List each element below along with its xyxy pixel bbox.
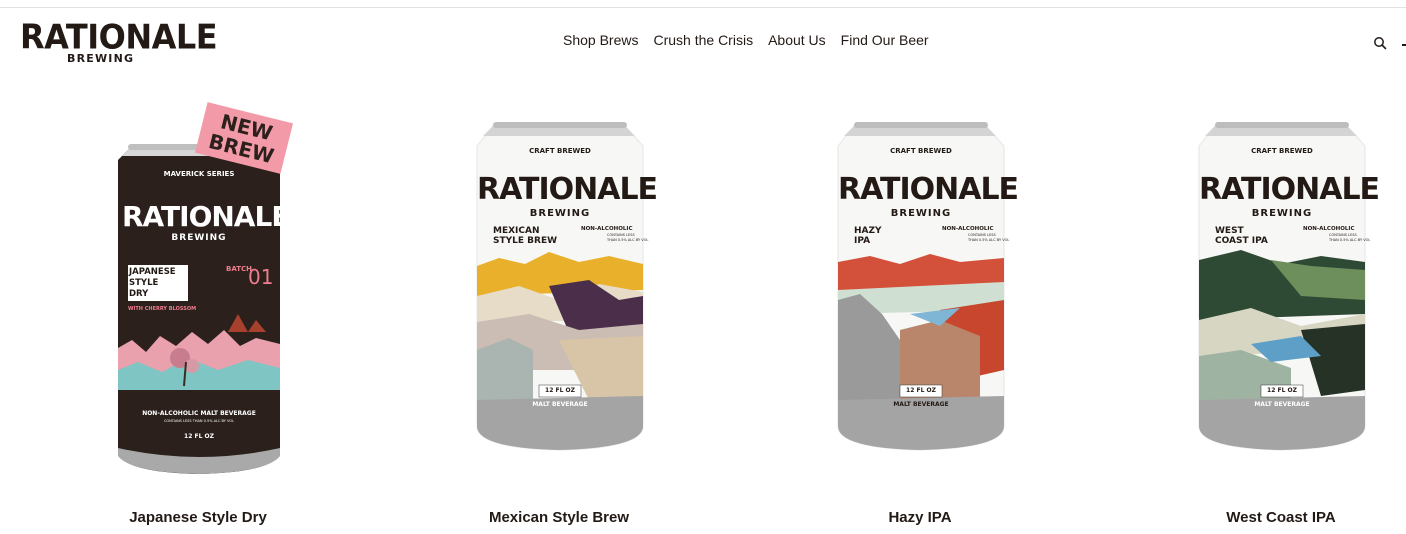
product-image-west-coast-ipa[interactable]: CRAFT BREWED RATIONALE BREWING WEST COAS… bbox=[1151, 100, 1406, 480]
can-top-label: CRAFT BREWED bbox=[1251, 147, 1313, 155]
can-brand-subtitle: BREWING bbox=[529, 208, 591, 219]
search-icon[interactable] bbox=[1373, 36, 1387, 50]
can-fine-print-1: CONTAINS LESS bbox=[968, 233, 996, 237]
can-top-label: CRAFT BREWED bbox=[890, 147, 952, 155]
top-divider bbox=[0, 7, 1406, 8]
can-brand-wordmark: RATIONALE bbox=[122, 200, 290, 233]
can-flavor-label: WITH CHERRY BLOSSOM bbox=[128, 306, 197, 312]
can-beverage-label: MALT BEVERAGE bbox=[532, 401, 588, 408]
product-image-mexican-style-brew[interactable]: CRAFT BREWED RATIONALE BREWING MEXICAN S… bbox=[429, 100, 689, 480]
product-card-west-coast-ipa[interactable]: CRAFT BREWED RATIONALE BREWING WEST COAS… bbox=[1151, 100, 1406, 530]
nav-shop-brews[interactable]: Shop Brews bbox=[563, 32, 638, 48]
can-brand-subtitle: BREWING bbox=[171, 233, 227, 243]
can-series-label: MAVERICK SERIES bbox=[163, 170, 235, 178]
product-name-mexican-style-brew[interactable]: Mexican Style Brew bbox=[429, 509, 689, 526]
nav-find-our-beer[interactable]: Find Our Beer bbox=[841, 32, 929, 48]
can-style-line-2: STYLE BREW bbox=[493, 236, 558, 246]
can-na-label: NON-ALCOHOLIC bbox=[581, 226, 633, 232]
can-fine-print-2: THAN 0.5% ALC BY VOL bbox=[968, 238, 1010, 242]
can-style-line-1: HAZY bbox=[854, 226, 882, 236]
product-image-japanese-style-dry[interactable]: MAVERICK SERIES RATIONALE BREWING JAPANE… bbox=[68, 100, 328, 480]
nav-crush-the-crisis[interactable]: Crush the Crisis bbox=[653, 32, 753, 48]
can-volume-label: 12 FL OZ bbox=[906, 387, 936, 394]
can-brand-wordmark: RATIONALE bbox=[1199, 172, 1380, 207]
cart-icon-edge[interactable] bbox=[1402, 44, 1406, 46]
can-fine-print-1: CONTAINS LESS bbox=[607, 233, 635, 237]
can-fine-print-2: THAN 0.5% ALC BY VOL bbox=[607, 238, 649, 242]
can-style-line-3: DRY bbox=[129, 289, 149, 299]
can-beverage-label: MALT BEVERAGE bbox=[1254, 401, 1310, 408]
can-volume-label: 12 FL OZ bbox=[545, 387, 575, 394]
product-name-japanese-style-dry[interactable]: Japanese Style Dry bbox=[68, 509, 328, 526]
can-brand-wordmark: RATIONALE bbox=[838, 172, 1019, 207]
can-volume-label: 12 FL OZ bbox=[1267, 387, 1297, 394]
main-nav: Shop Brews Crush the Crisis About Us Fin… bbox=[563, 32, 944, 48]
product-name-west-coast-ipa[interactable]: West Coast IPA bbox=[1151, 509, 1406, 526]
can-brand-wordmark: RATIONALE bbox=[477, 172, 658, 207]
product-card-hazy-ipa[interactable]: CRAFT BREWED RATIONALE BREWING HAZY IPA … bbox=[790, 100, 1050, 530]
can-fine-print-1: CONTAINS LESS bbox=[1329, 233, 1357, 237]
brand-logo[interactable]: RATIONALE BREWING bbox=[20, 16, 218, 65]
can-style-line-1: JAPANESE bbox=[129, 267, 176, 277]
can-style-line-2: STYLE bbox=[129, 278, 159, 288]
can-fine-print: CONTAINS LESS THAN 0.5% ALC BY VOL bbox=[163, 419, 235, 423]
nav-about-us[interactable]: About Us bbox=[768, 32, 826, 48]
can-style-line-2: COAST IPA bbox=[1215, 236, 1268, 246]
product-image-hazy-ipa[interactable]: CRAFT BREWED RATIONALE BREWING HAZY IPA … bbox=[790, 100, 1050, 480]
can-na-label: NON-ALCOHOLIC bbox=[1303, 226, 1355, 232]
can-brand-subtitle: BREWING bbox=[1251, 208, 1313, 219]
product-card-japanese-style-dry[interactable]: MAVERICK SERIES RATIONALE BREWING JAPANE… bbox=[68, 100, 328, 530]
can-style-line-2: IPA bbox=[854, 236, 871, 246]
can-top-label: CRAFT BREWED bbox=[529, 147, 591, 155]
can-fine-print-2: THAN 0.5% ALC BY VOL bbox=[1329, 238, 1371, 242]
can-style-line-1: MEXICAN bbox=[493, 226, 540, 236]
can-style-line-1: WEST bbox=[1215, 226, 1244, 236]
can-batch-number: 01 bbox=[248, 265, 274, 289]
can-beverage-label: NON-ALCOHOLIC MALT BEVERAGE bbox=[142, 410, 256, 417]
can-brand-subtitle: BREWING bbox=[890, 208, 952, 219]
can-na-label: NON-ALCOHOLIC bbox=[942, 226, 994, 232]
can-volume-label: 12 FL OZ bbox=[184, 433, 214, 440]
product-card-mexican-style-brew[interactable]: CRAFT BREWED RATIONALE BREWING MEXICAN S… bbox=[429, 100, 689, 530]
brand-logo-subtitle: BREWING bbox=[67, 52, 135, 65]
can-beverage-label: MALT BEVERAGE bbox=[893, 401, 949, 408]
product-name-hazy-ipa[interactable]: Hazy IPA bbox=[790, 509, 1050, 526]
brand-logo-wordmark: RATIONALE bbox=[20, 16, 218, 57]
